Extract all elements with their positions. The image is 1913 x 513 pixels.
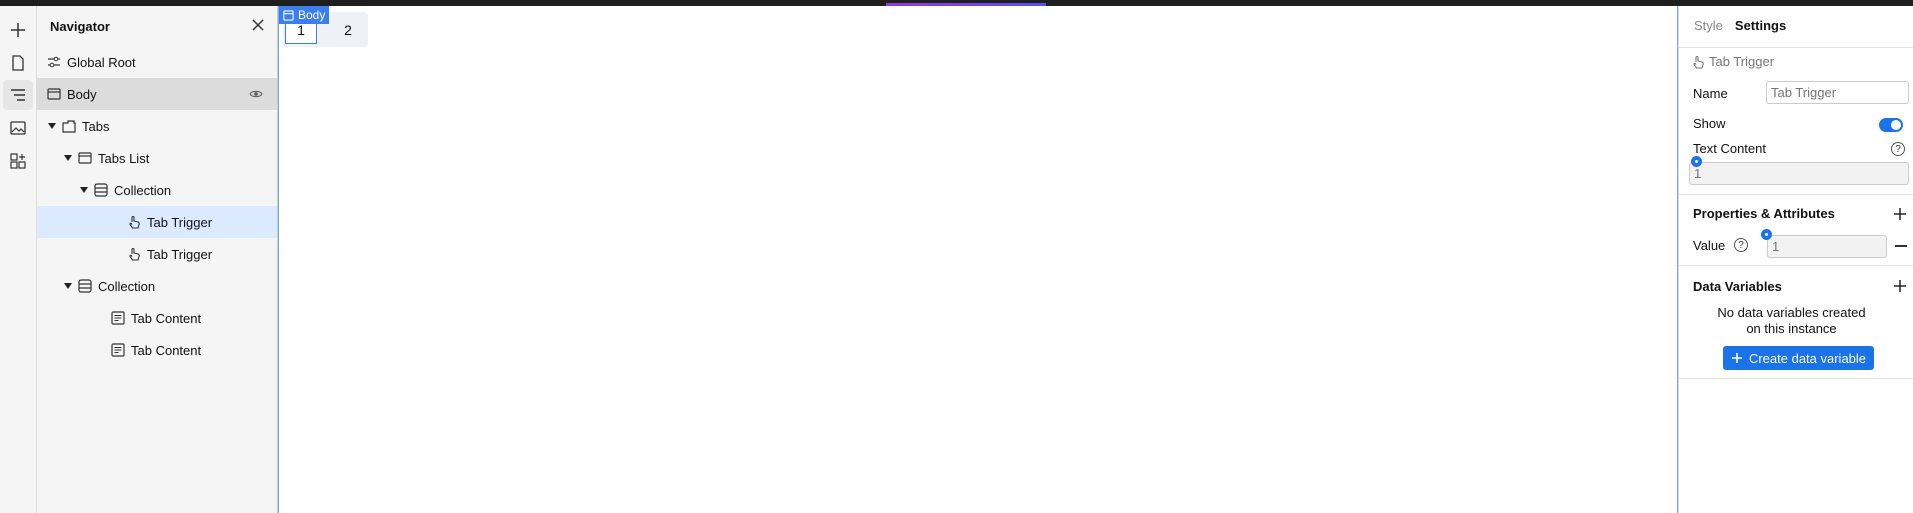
empty-variables-note: No data variables created on this instan…	[1717, 305, 1866, 336]
tree-item-tab-trigger[interactable]: Tab Trigger	[37, 238, 277, 270]
tree-item-collection[interactable]: Collection	[37, 270, 277, 302]
tree-item-label: Collection	[114, 182, 172, 198]
tab-settings[interactable]: Settings	[1735, 18, 1786, 33]
name-field[interactable]	[1766, 81, 1909, 104]
page-icon	[12, 55, 24, 71]
canvas-tab-2[interactable]: 2	[332, 15, 364, 44]
body-box-icon	[46, 87, 61, 102]
value-field[interactable]	[1767, 235, 1887, 258]
navigator-panel: Navigator Global Root Body Tabs Tabs Lis…	[37, 6, 278, 513]
caret-down-icon[interactable]	[47, 121, 57, 131]
show-toggle[interactable]	[1879, 118, 1903, 132]
panel-tabs: Style Settings	[1694, 18, 1786, 33]
tree-item-tabs-list[interactable]: Tabs List	[37, 142, 277, 174]
create-data-variable-button[interactable]: Create data variable	[1723, 346, 1874, 370]
navigator-header: Navigator	[37, 6, 278, 44]
plus-icon	[11, 23, 25, 37]
layers-list-icon	[11, 89, 25, 101]
divider	[1679, 265, 1913, 266]
add-variable-icon[interactable]	[1893, 279, 1907, 293]
eye-icon[interactable]	[249, 87, 263, 101]
body-box-icon	[283, 9, 294, 21]
tree-item-collection[interactable]: Collection	[37, 174, 277, 206]
tab-style[interactable]: Style	[1694, 18, 1723, 33]
collection-icon	[77, 279, 92, 294]
help-icon[interactable]: ?	[1891, 142, 1905, 156]
tree-item-label: Tab Trigger	[147, 214, 213, 230]
text-content-label: Text Content	[1693, 141, 1766, 156]
properties-title: Properties & Attributes	[1693, 206, 1835, 221]
canvas[interactable]: 1 2 Body	[278, 6, 1678, 513]
close-navigator-button[interactable]	[249, 16, 267, 34]
components-button[interactable]	[3, 146, 33, 176]
binding-dot-icon[interactable]	[1691, 156, 1702, 167]
tree-item-label: Tabs List	[98, 150, 150, 166]
tree-item-label: Tabs	[82, 118, 110, 134]
component-heading: Tab Trigger	[1691, 54, 1774, 69]
add-button[interactable]	[3, 15, 33, 45]
tree-item-label: Tab Content	[131, 310, 202, 326]
body-badge-label: Body	[298, 8, 326, 22]
tree-item-label: Global Root	[67, 54, 136, 70]
sliders-icon	[46, 55, 61, 70]
text-block-icon	[110, 311, 125, 326]
divider	[1679, 378, 1913, 379]
settings-panel: Style Settings Tab Trigger Name Show Tex…	[1678, 6, 1913, 513]
tree-item-label: Collection	[98, 278, 156, 294]
caret-down-icon[interactable]	[79, 185, 89, 195]
help-icon[interactable]: ?	[1734, 238, 1748, 252]
close-icon	[252, 19, 264, 31]
remove-property-icon[interactable]	[1895, 245, 1907, 247]
tree-item-body[interactable]: Body	[37, 78, 277, 110]
plus-icon	[1731, 353, 1742, 363]
navigator-title: Navigator	[50, 19, 110, 34]
tree-item-global-root[interactable]: Global Root	[37, 46, 277, 78]
left-toolbar	[0, 6, 37, 513]
body-selection-badge: Body	[279, 6, 330, 24]
data-variables-title: Data Variables	[1693, 279, 1782, 294]
create-data-variable-label: Create data variable	[1748, 350, 1867, 366]
tree-item-tab-content[interactable]: Tab Content	[37, 334, 277, 366]
tabs-icon	[61, 119, 76, 134]
tree-item-label: Tab Trigger	[147, 246, 213, 262]
pointer-hand-icon	[126, 247, 141, 262]
tree-item-tab-content[interactable]: Tab Content	[37, 302, 277, 334]
box-icon	[77, 151, 92, 166]
pages-button[interactable]	[3, 48, 33, 78]
component-name: Tab Trigger	[1709, 54, 1775, 69]
pointer-hand-icon	[1693, 55, 1704, 69]
tree-item-tabs[interactable]: Tabs	[37, 110, 277, 142]
components-icon	[10, 153, 26, 169]
tree-item-label: Body	[67, 86, 97, 102]
navigator-button[interactable]	[3, 80, 33, 110]
text-block-icon	[110, 343, 125, 358]
add-property-icon[interactable]	[1893, 207, 1907, 221]
binding-dot-icon[interactable]	[1761, 229, 1772, 240]
name-label: Name	[1693, 86, 1728, 101]
show-label: Show	[1693, 116, 1726, 131]
caret-down-icon[interactable]	[63, 281, 73, 291]
collection-icon	[93, 183, 108, 198]
tree-item-tab-trigger[interactable]: Tab Trigger	[37, 206, 277, 238]
image-icon	[10, 121, 26, 135]
assets-button[interactable]	[3, 113, 33, 143]
value-label: Value	[1693, 238, 1726, 253]
tree-item-label: Tab Content	[131, 342, 202, 358]
divider	[1679, 194, 1913, 195]
pointer-hand-icon	[126, 215, 141, 230]
divider	[1679, 47, 1913, 48]
text-content-field[interactable]	[1689, 162, 1909, 185]
caret-down-icon[interactable]	[63, 153, 73, 163]
